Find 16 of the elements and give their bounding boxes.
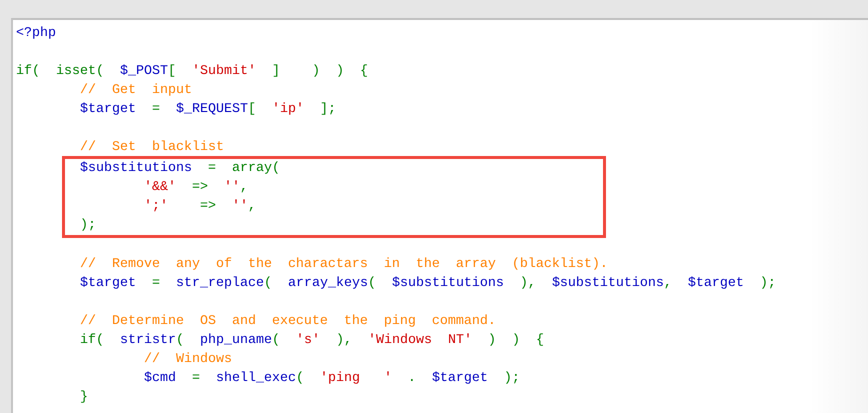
code-line: $target = $_REQUEST[ 'ip' ];: [78, 101, 336, 119]
code-line: if( stristr( php_uname( 's' ), 'Windows NT' ) ) {: [78, 332, 544, 350]
code-line: // Get input: [78, 82, 192, 100]
code-line: }: [78, 389, 88, 407]
code-line: ';' => '',: [142, 198, 256, 216]
code-line: // Determine OS and execute the ping command.: [78, 313, 496, 331]
code-line: if( isset( $_POST[ 'Submit' ] ) ) {: [16, 63, 368, 81]
code-line: $target = str_replace( array_keys( $substitutions ), $substitutions, $target );: [78, 275, 776, 293]
code-line: '&&' => '',: [142, 179, 248, 197]
code-line: $cmd = shell_exec( 'ping ' . $target );: [142, 370, 520, 388]
code-line: );: [78, 217, 96, 235]
code-line: <?php: [16, 25, 56, 43]
code-line: // Set blacklist: [78, 139, 224, 157]
code-line: // Windows: [142, 351, 232, 369]
code-line: $substitutions = array(: [78, 160, 280, 178]
code-line: // Remove any of the charactars in the array (blacklist).: [78, 256, 608, 274]
